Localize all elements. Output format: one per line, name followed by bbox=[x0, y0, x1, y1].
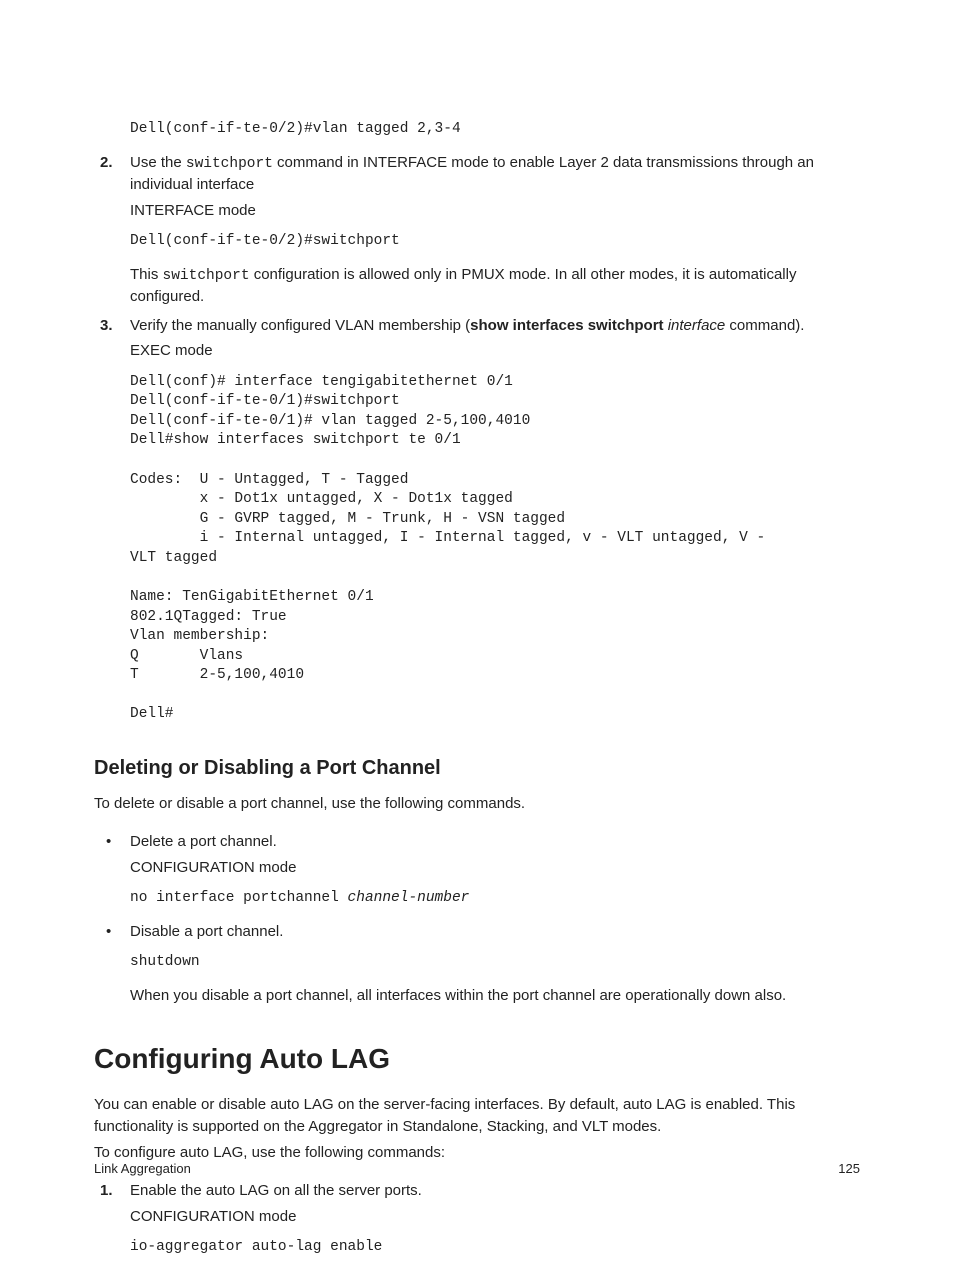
steps-list-top: 2. Use the switchport command in INTERFA… bbox=[94, 152, 860, 725]
note-text: When you disable a port channel, all int… bbox=[130, 985, 860, 1008]
step-1: 1. Enable the auto LAG on all the server… bbox=[94, 1180, 860, 1258]
code-text: no interface portchannel bbox=[130, 890, 348, 906]
code-italic-arg: channel-number bbox=[348, 890, 470, 906]
text: command). bbox=[725, 317, 804, 334]
code-block: no interface portchannel channel-number bbox=[130, 889, 860, 909]
page-footer: Link Aggregation 125 bbox=[94, 1159, 860, 1179]
step-number: 2. bbox=[100, 152, 113, 175]
inline-code: switchport bbox=[186, 156, 273, 172]
mode-label: EXEC mode bbox=[130, 340, 860, 363]
step-number: 3. bbox=[100, 315, 113, 338]
steps-list-autolag: 1. Enable the auto LAG on all the server… bbox=[94, 1180, 860, 1258]
bullet-list-delete: Delete a port channel. CONFIGURATION mod… bbox=[94, 831, 860, 1007]
inline-code: switchport bbox=[163, 268, 250, 284]
text: This bbox=[130, 266, 163, 283]
section-intro: To delete or disable a port channel, use… bbox=[94, 793, 860, 816]
mode-label: INTERFACE mode bbox=[130, 200, 860, 223]
italic-arg: interface bbox=[668, 317, 726, 334]
note-text: This switchport configuration is allowed… bbox=[130, 264, 860, 309]
step-text: Use the switchport command in INTERFACE … bbox=[130, 152, 860, 197]
mode-label: CONFIGURATION mode bbox=[130, 857, 860, 880]
section-heading-autolag: Configuring Auto LAG bbox=[94, 1038, 860, 1080]
step-3: 3. Verify the manually configured VLAN m… bbox=[94, 315, 860, 725]
mode-label: CONFIGURATION mode bbox=[130, 1206, 860, 1229]
step-2: 2. Use the switchport command in INTERFA… bbox=[94, 152, 860, 309]
footer-right: 125 bbox=[838, 1159, 860, 1179]
bullet-item-delete: Delete a port channel. CONFIGURATION mod… bbox=[94, 831, 860, 909]
text: Use the bbox=[130, 154, 186, 171]
bullet-item-disable: Disable a port channel. shutdown When yo… bbox=[94, 921, 860, 1008]
step-text: Verify the manually configured VLAN memb… bbox=[130, 315, 860, 338]
section-heading-delete: Deleting or Disabling a Port Channel bbox=[94, 753, 860, 783]
text: Verify the manually configured VLAN memb… bbox=[130, 317, 470, 334]
section-intro: You can enable or disable auto LAG on th… bbox=[94, 1094, 860, 1139]
code-block: Dell(conf-if-te-0/2)#vlan tagged 2,3-4 bbox=[130, 120, 860, 140]
bold-command: show interfaces switchport bbox=[470, 317, 663, 334]
code-block: Dell(conf)# interface tengigabitethernet… bbox=[130, 373, 860, 725]
bullet-text: Disable a port channel. bbox=[130, 921, 860, 944]
code-block: shutdown bbox=[130, 953, 860, 973]
step-number: 1. bbox=[100, 1180, 113, 1203]
bullet-text: Delete a port channel. bbox=[130, 831, 860, 854]
code-block: io-aggregator auto-lag enable bbox=[130, 1238, 860, 1258]
footer-left: Link Aggregation bbox=[94, 1159, 191, 1179]
document-page: Dell(conf-if-te-0/2)#vlan tagged 2,3-4 2… bbox=[0, 0, 954, 1268]
step-text: Enable the auto LAG on all the server po… bbox=[130, 1180, 860, 1203]
code-block: Dell(conf-if-te-0/2)#switchport bbox=[130, 232, 860, 252]
